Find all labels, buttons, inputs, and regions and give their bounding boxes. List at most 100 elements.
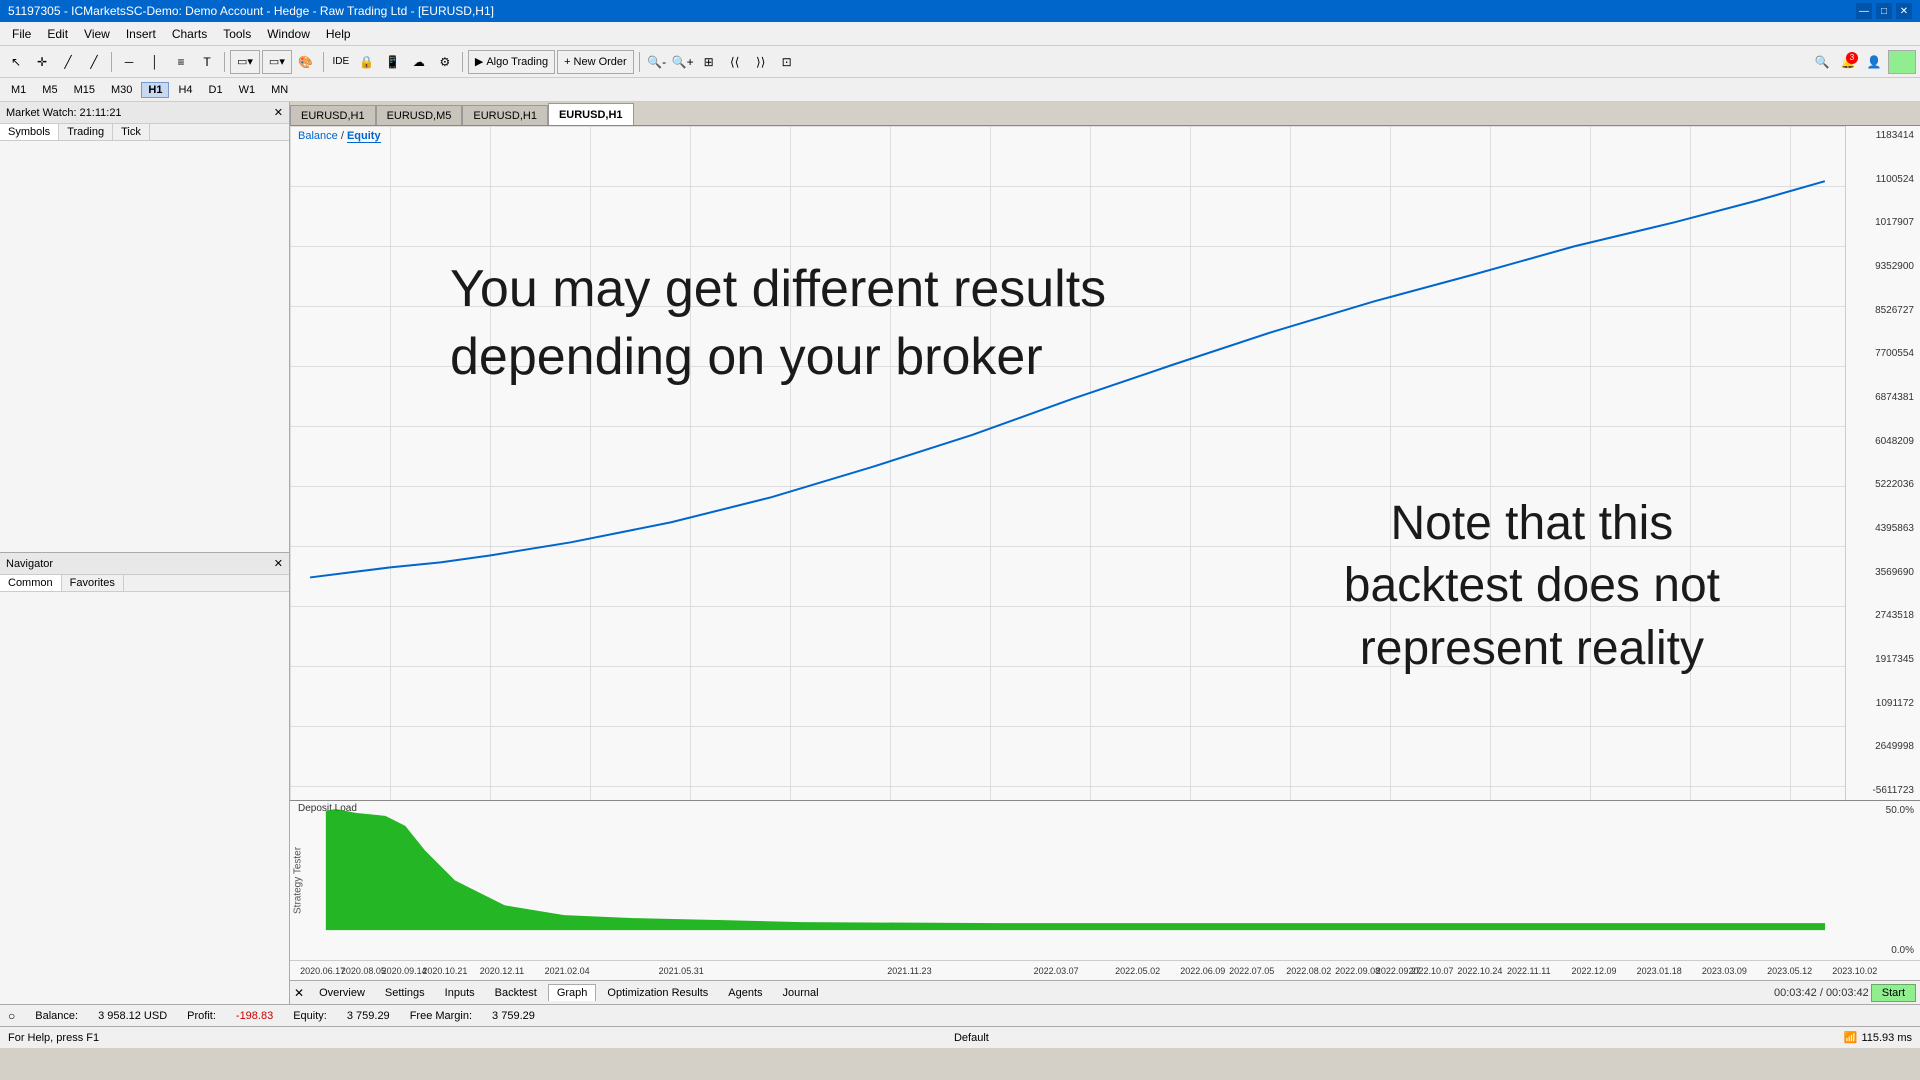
x-tick-0: 2020.06.17 [300,966,345,976]
zoom-in-btn[interactable]: 🔍+ [671,50,695,74]
x-tick-4: 2020.12.11 [480,966,524,976]
profit-value: -198.83 [236,1010,273,1022]
chart-tab-3[interactable]: EURUSD,H1 [548,103,634,125]
chart-tab-2[interactable]: EURUSD,H1 [462,105,548,125]
algo-trading-btn[interactable]: ▶ Algo Trading [468,50,555,74]
toolbar-settings[interactable]: ⚙ [433,50,457,74]
toolbar-trendline[interactable]: ╱ [82,50,106,74]
chart-tab-1[interactable]: EURUSD,M5 [376,105,463,125]
x-tick-19: 2023.01.18 [1637,966,1682,976]
y-tick-5: 7700554 [1848,348,1918,359]
y-tick-9: 4395863 [1848,523,1918,534]
market-watch-tabs: Symbols Trading Tick [0,124,289,141]
scroll-right[interactable]: ⟩⟩ [749,50,773,74]
tf-h1[interactable]: H1 [141,82,169,98]
sub-y-0: 0.0% [1847,945,1918,956]
tab-agents[interactable]: Agents [719,984,771,1002]
scroll-left[interactable]: ⟨⟨ [723,50,747,74]
toolbar-crosshair[interactable]: ✛ [30,50,54,74]
tab-tick[interactable]: Tick [113,124,150,140]
tab-inputs[interactable]: Inputs [436,984,484,1002]
x-tick-8: 2022.03.07 [1034,966,1079,976]
x-tick-1: 2020.08.05 [341,966,386,976]
maximize-btn[interactable]: □ [1876,3,1892,19]
toolbar-period[interactable]: ▭▾ [230,50,260,74]
menu-view[interactable]: View [76,25,118,43]
timeframe-bar: M1 M5 M15 M30 H1 H4 D1 W1 MN [0,78,1920,102]
toolbar-hline[interactable]: ─ [117,50,141,74]
tf-mn[interactable]: MN [264,82,295,98]
tf-m30[interactable]: M30 [104,82,139,98]
close-btn[interactable]: ✕ [1896,3,1912,19]
tab-favorites[interactable]: Favorites [62,575,124,591]
menu-tools[interactable]: Tools [215,25,259,43]
toolbar-lock[interactable]: 🔒 [355,50,379,74]
tab-settings[interactable]: Settings [376,984,434,1002]
chart-area: EURUSD,H1 EURUSD,M5 EURUSD,H1 EURUSD,H1 … [290,102,1920,1004]
tf-m5[interactable]: M5 [35,82,64,98]
tab-overview[interactable]: Overview [310,984,374,1002]
market-watch-panel: Market Watch: 21:11:21 ✕ Symbols Trading… [0,102,289,553]
y-tick-4: 8526727 [1848,305,1918,316]
toolbar-cloud[interactable]: ☁ [407,50,431,74]
status-bar: ○ Balance: 3 958.12 USD Profit: -198.83 … [0,1004,1920,1026]
menu-edit[interactable]: Edit [39,25,76,43]
new-order-btn[interactable]: + New Order [557,50,634,74]
tf-m1[interactable]: M1 [4,82,33,98]
grid-btn[interactable]: ⊞ [697,50,721,74]
toolbar-line1[interactable]: ╱ [56,50,80,74]
tab-journal[interactable]: Journal [774,984,828,1002]
search-btn[interactable]: 🔍 [1810,50,1834,74]
signal-icon: 📶 [1844,1031,1858,1044]
note-line3: represent reality [1344,618,1720,680]
menu-window[interactable]: Window [259,25,318,43]
market-watch-close[interactable]: ✕ [274,106,283,119]
tf-w1[interactable]: W1 [232,82,263,98]
tab-symbols[interactable]: Symbols [0,124,59,140]
equity-label: Equity: [293,1010,327,1022]
toolbar-arrow[interactable]: ↖ [4,50,28,74]
start-btn[interactable]: Start [1871,984,1916,1002]
charts-container: Balance / Equity You may get different r… [290,126,1920,980]
signal-area: 📶 115.93 ms [1844,1031,1912,1044]
x-tick-17: 2022.11.11 [1507,966,1551,976]
toolbar-template[interactable]: ▭▾ [262,50,292,74]
tf-d1[interactable]: D1 [202,82,230,98]
x-tick-2: 2020.09.14 [382,966,427,976]
menu-file[interactable]: File [4,25,39,43]
y-tick-1: 1100524 [1848,174,1918,185]
menu-insert[interactable]: Insert [118,25,164,43]
tf-h4[interactable]: H4 [171,82,199,98]
sep3 [323,52,324,72]
connected-indicator [1888,50,1916,74]
tab-common[interactable]: Common [0,575,62,591]
main-chart[interactable]: Balance / Equity You may get different r… [290,126,1920,800]
tf-m15[interactable]: M15 [67,82,102,98]
notifications-btn[interactable]: 🔔3 [1836,50,1860,74]
chart-tab-0[interactable]: EURUSD,H1 [290,105,376,125]
balance-label: Balance: [35,1010,78,1022]
menu-help[interactable]: Help [318,25,359,43]
strategy-tester-close[interactable]: ✕ [294,986,304,1000]
account-btn[interactable]: 👤 [1862,50,1886,74]
toolbar-ide[interactable]: IDE [329,50,353,74]
zoom-out-btn[interactable]: 🔍- [645,50,669,74]
navigator-close[interactable]: ✕ [274,557,283,570]
default-text: Default [954,1032,989,1044]
tab-backtest[interactable]: Backtest [486,984,546,1002]
x-tick-22: 2023.10.02 [1832,966,1877,976]
minimize-btn[interactable]: — [1856,3,1872,19]
menu-charts[interactable]: Charts [164,25,215,43]
toolbar-color[interactable]: 🎨 [294,50,318,74]
tab-graph[interactable]: Graph [548,984,597,1001]
strategy-tester-vertical-label: Strategy Tester [290,801,306,960]
toolbar-fib[interactable]: ≡ [169,50,193,74]
toolbar-vline[interactable]: │ [143,50,167,74]
tab-trading[interactable]: Trading [59,124,113,140]
toolbar-text[interactable]: T [195,50,219,74]
toolbar-snap[interactable]: ⊡ [775,50,799,74]
window-controls[interactable]: — □ ✕ [1856,3,1912,19]
tab-optimization-results[interactable]: Optimization Results [598,984,717,1002]
sub-chart: Deposit Load Strategy Tester 50.0% 0.0% [290,800,1920,960]
toolbar-phone[interactable]: 📱 [381,50,405,74]
